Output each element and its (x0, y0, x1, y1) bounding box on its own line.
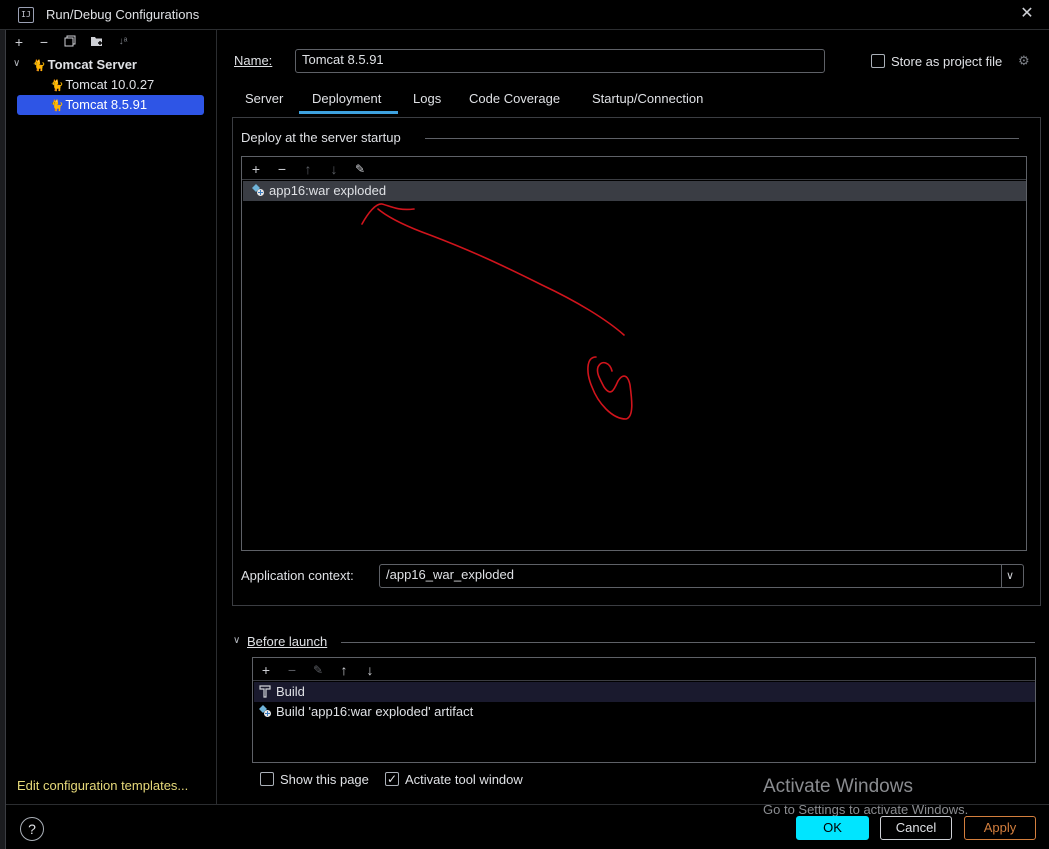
tomcat-icon: 🐈 (50, 80, 64, 92)
close-icon[interactable]: ✕ (1018, 5, 1036, 23)
config-sidebar (6, 30, 217, 804)
deploy-section-label: Deploy at the server startup (241, 130, 401, 145)
build-item-label: Build (276, 684, 305, 699)
hammer-icon (259, 685, 271, 698)
move-down-icon[interactable]: ↓ (325, 160, 343, 178)
context-combobox[interactable]: /app16_war_exploded (379, 564, 1024, 588)
remove-icon[interactable]: − (35, 33, 53, 51)
sidebar-item-label: Tomcat 10.0.27 (65, 77, 155, 92)
chevron-down-icon[interactable]: ∨ (1006, 569, 1014, 582)
tab-server[interactable]: Server (245, 90, 283, 116)
move-up-icon[interactable]: ↑ (299, 160, 317, 178)
new-folder-icon[interactable] (88, 33, 106, 51)
before-launch-list: + − ✎ ↑ ↓ Build Build 'app16:war explode… (252, 657, 1036, 763)
window-title: Run/Debug Configurations (46, 7, 200, 22)
intellij-icon: IJ (18, 7, 34, 23)
tree-group-tomcat[interactable]: 🐈 Tomcat Server (26, 55, 137, 75)
tab-logs[interactable]: Logs (413, 90, 441, 116)
build-artifact-label: Build 'app16:war exploded' artifact (276, 704, 474, 719)
tomcat-icon: 🐈 (32, 60, 46, 72)
edit-icon[interactable]: ✎ (309, 661, 327, 679)
add-icon[interactable]: + (10, 33, 28, 51)
separator (6, 804, 1049, 805)
show-page-checkbox[interactable] (260, 772, 274, 786)
tab-code-coverage[interactable]: Code Coverage (469, 90, 560, 116)
sidebar-item-tomcat-8[interactable]: 🐈 Tomcat 8.5.91 (17, 95, 204, 115)
activate-tool-window-label: Activate tool window (405, 772, 523, 787)
tab-startup-connection[interactable]: Startup/Connection (592, 90, 703, 116)
copy-icon[interactable] (61, 33, 79, 51)
before-launch-label: Before launch (247, 634, 327, 649)
chevron-down-icon[interactable]: ∨ (233, 635, 240, 646)
gear-icon[interactable]: ⚙ (1018, 53, 1030, 69)
tree-group-label: Tomcat Server (47, 57, 137, 72)
sidebar-item-tomcat-10[interactable]: 🐈 Tomcat 10.0.27 (44, 75, 204, 95)
before-launch-toolbar: + − ✎ ↑ ↓ (253, 658, 1035, 681)
context-value: /app16_war_exploded (386, 567, 514, 582)
help-icon[interactable]: ? (20, 817, 44, 841)
store-project-checkbox[interactable] (871, 54, 885, 68)
move-up-icon[interactable]: ↑ (335, 661, 353, 679)
sidebar-item-label: Tomcat 8.5.91 (65, 97, 148, 112)
cancel-button[interactable]: Cancel (880, 816, 952, 840)
separator (1001, 564, 1002, 588)
artifact-icon (259, 705, 271, 717)
add-icon[interactable]: + (247, 160, 265, 178)
sort-icon[interactable]: ↓ᵃ (114, 33, 132, 51)
move-down-icon[interactable]: ↓ (361, 661, 379, 679)
edit-templates-link[interactable]: Edit configuration templates... (17, 778, 188, 793)
before-launch-text: Before launch (247, 634, 328, 649)
list-item[interactable]: Build 'app16:war exploded' artifact (254, 702, 1035, 722)
ok-button[interactable]: OK (796, 816, 869, 840)
red-annotation-scribble (361, 203, 633, 420)
show-page-label: Show this page (280, 772, 369, 787)
activate-tool-window-checkbox[interactable]: ✓ (385, 772, 399, 786)
remove-icon[interactable]: − (283, 661, 301, 679)
remove-icon[interactable]: − (273, 160, 291, 178)
apply-button[interactable]: Apply (964, 816, 1036, 840)
store-project-label: Store as project file (891, 54, 1003, 69)
context-label: Application context: (241, 568, 354, 583)
deploy-toolbar: + − ↑ ↓ ✎ (242, 157, 1026, 180)
add-icon[interactable]: + (257, 661, 275, 679)
separator (425, 138, 1019, 139)
chevron-down-icon[interactable]: ∨ (13, 58, 20, 69)
list-item[interactable]: Build (254, 682, 1035, 702)
separator (341, 642, 1035, 643)
edit-icon[interactable]: ✎ (351, 160, 369, 178)
activation-watermark-title: Activate Windows (763, 776, 913, 797)
name-input[interactable]: Tomcat 8.5.91 (295, 49, 825, 73)
tomcat-icon: 🐈 (50, 100, 64, 112)
name-label: Name: (234, 53, 273, 68)
active-tab-indicator (299, 111, 398, 114)
